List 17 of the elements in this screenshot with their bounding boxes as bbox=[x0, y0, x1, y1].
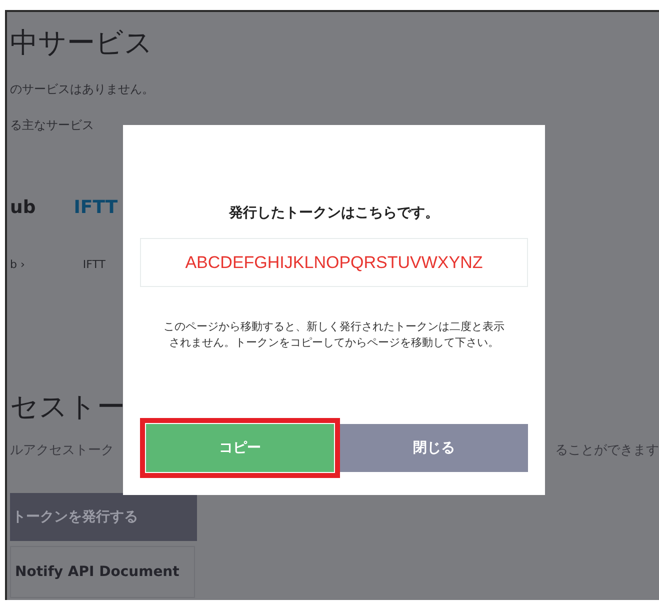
service-link[interactable]: IFTT bbox=[82, 256, 106, 274]
section-label: る主なサービス bbox=[10, 117, 95, 134]
description-text: ルアクセストーク bbox=[10, 442, 114, 460]
service-link[interactable]: b › bbox=[10, 256, 25, 274]
issue-token-button[interactable]: トークンを発行する bbox=[10, 493, 197, 541]
service-logo[interactable]: IFTT bbox=[74, 196, 118, 220]
empty-message: のサービスはありません。 bbox=[10, 81, 155, 98]
dialog-title: 発行したトークンはこちらです。 bbox=[229, 204, 439, 223]
section-heading: セストー bbox=[10, 390, 126, 424]
document-link[interactable]: Notify API Document bbox=[10, 546, 195, 598]
close-button[interactable]: 閉じる bbox=[340, 424, 528, 472]
copy-button[interactable]: コピー bbox=[146, 424, 334, 472]
warning-note: このページから移動すると、新しく発行されたトークンは二度と表示されません。トークンをコピーしてからページを移動して下さい。 bbox=[162, 319, 506, 351]
description-text: ることができます bbox=[555, 442, 659, 460]
token-field[interactable]: ABCDEFGHIJKLNOPQRSTUVWXYNZ bbox=[140, 238, 528, 287]
page-heading: 中サービス bbox=[10, 26, 154, 60]
service-logo[interactable]: ub bbox=[10, 196, 36, 220]
